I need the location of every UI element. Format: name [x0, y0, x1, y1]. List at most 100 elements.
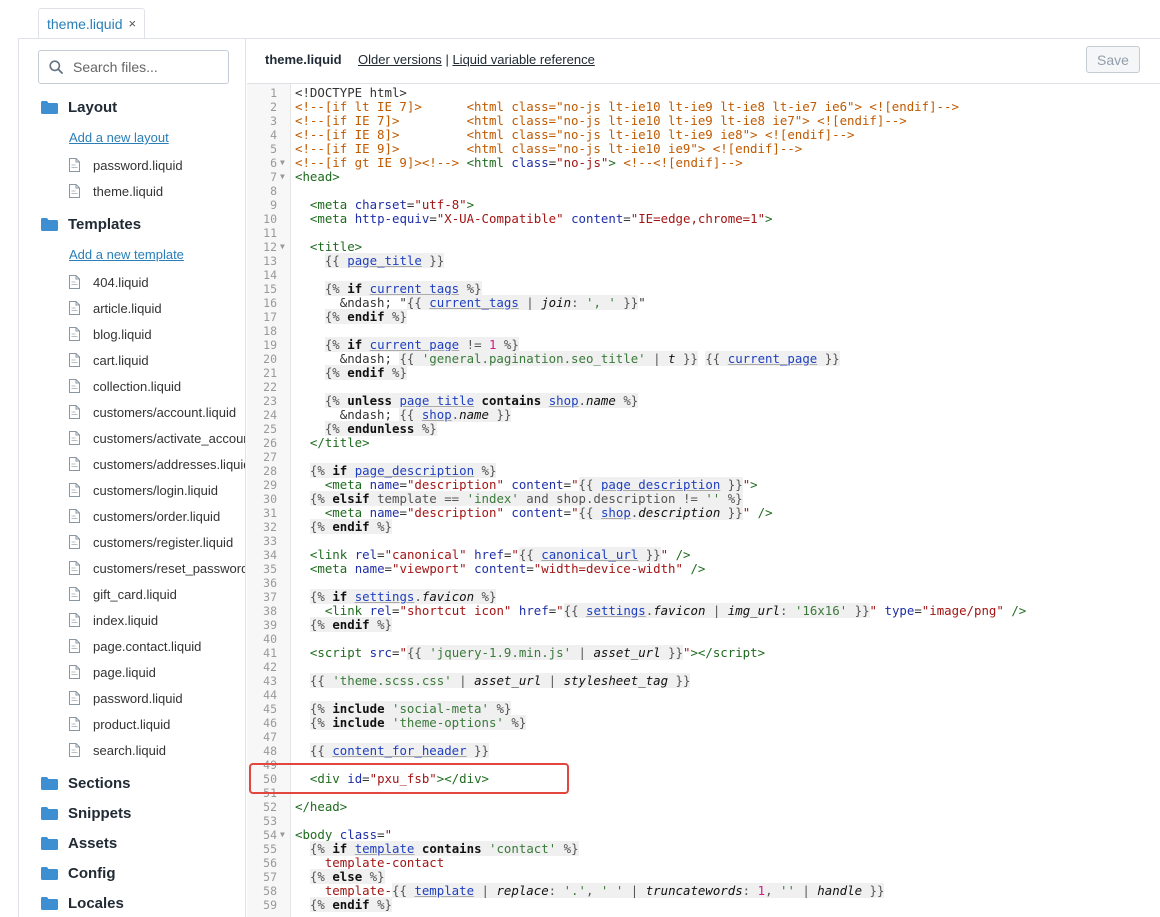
code-line[interactable]: 41 <script src="{{ 'jquery-1.9.min.js' |…: [247, 645, 1160, 660]
code-line[interactable]: 32 {% endif %}: [247, 519, 1160, 534]
code-line[interactable]: 30 {% elsif template == 'index' and shop…: [247, 491, 1160, 506]
folder-locales[interactable]: Locales: [41, 892, 124, 914]
code-line[interactable]: 31 <meta name="description" content="{{ …: [247, 505, 1160, 520]
file-item[interactable]: customers/register.liquid: [69, 532, 233, 552]
file-item[interactable]: customers/login.liquid: [69, 480, 218, 500]
code-line[interactable]: 18: [247, 324, 1160, 338]
code-line[interactable]: 26 </title>: [247, 436, 1160, 451]
code-line[interactable]: 40: [247, 632, 1160, 646]
folder-layout[interactable]: Layout: [41, 96, 117, 118]
file-item[interactable]: product.liquid: [69, 714, 170, 734]
older-versions-link[interactable]: Older versions: [358, 52, 442, 67]
close-icon[interactable]: ×: [129, 16, 137, 31]
code-line[interactable]: 21 {% endif %}: [247, 365, 1160, 380]
code-line[interactable]: 16 &ndash; "{{ current_tags | join: ', '…: [247, 295, 1160, 310]
code-line[interactable]: 52 </head>: [247, 800, 1160, 815]
file-item[interactable]: password.liquid: [69, 688, 183, 708]
code-line[interactable]: 4 <!--[if IE 8]> <html class="no-js lt-ie…: [247, 128, 1160, 143]
code-line[interactable]: 10 <meta http-equiv="X-UA-Compatible" co…: [247, 212, 1160, 227]
code-line[interactable]: 12 <title> ▼: [247, 240, 1160, 255]
folder-snippets[interactable]: Snippets: [41, 802, 131, 824]
code-editor[interactable]: 1 <!DOCTYPE html> 2 <!--[if lt IE 7]> <htm…: [247, 83, 1160, 917]
file-item[interactable]: customers/order.liquid: [69, 506, 220, 526]
file-item[interactable]: article.liquid: [69, 298, 162, 318]
code-line[interactable]: 24 &ndash; {{ shop.name }}: [247, 407, 1160, 422]
code-line[interactable]: 9 <meta charset="utf-8">: [247, 198, 1160, 213]
save-button[interactable]: Save: [1086, 46, 1140, 73]
tab-theme-liquid[interactable]: theme.liquid ×: [38, 8, 146, 38]
code-line[interactable]: 39 {% endif %}: [247, 617, 1160, 632]
code-line[interactable]: 51: [247, 786, 1160, 800]
file-item[interactable]: password.liquid: [69, 155, 183, 175]
file-item[interactable]: theme.liquid: [69, 181, 163, 201]
code-line[interactable]: 44: [247, 688, 1160, 702]
file-item[interactable]: 404.liquid: [69, 272, 149, 292]
file-item[interactable]: customers/addresses.liquid: [69, 454, 245, 474]
fold-arrow-icon[interactable]: ▼: [280, 240, 285, 254]
file-item[interactable]: cart.liquid: [69, 350, 149, 370]
code-line[interactable]: 15 {% if current_tags %}: [247, 281, 1160, 296]
file-item[interactable]: search.liquid: [69, 740, 166, 760]
folder-templates[interactable]: Templates: [41, 213, 141, 235]
code-line[interactable]: 17 {% endif %}: [247, 309, 1160, 324]
code-lines[interactable]: 1 <!DOCTYPE html> 2 <!--[if lt IE 7]> <htm…: [247, 86, 1160, 912]
fold-arrow-icon[interactable]: ▼: [280, 828, 285, 842]
code-line[interactable]: 7 <head> ▼: [247, 170, 1160, 185]
code-line[interactable]: 6 <!--[if gt IE 9]><!--> <html class="no-…: [247, 156, 1160, 171]
code-line[interactable]: 11: [247, 226, 1160, 240]
file-item[interactable]: customers/activate_account.liquid: [69, 428, 245, 448]
code-line[interactable]: 33: [247, 534, 1160, 548]
file-item[interactable]: page.liquid: [69, 662, 156, 682]
code-line[interactable]: 22: [247, 380, 1160, 394]
code-line[interactable]: 56 template-contact: [247, 856, 1160, 871]
code-line[interactable]: 45 {% include 'social-meta' %}: [247, 701, 1160, 716]
code-line[interactable]: 37 {% if settings.favicon %}: [247, 589, 1160, 604]
code-line[interactable]: 58 template-{{ template | replace: '.', …: [247, 883, 1160, 898]
file-item[interactable]: gift_card.liquid: [69, 584, 177, 604]
code-line[interactable]: 50 <div id="pxu_fsb"></div>: [247, 772, 1160, 787]
code-line[interactable]: 42: [247, 660, 1160, 674]
file-item[interactable]: collection.liquid: [69, 376, 181, 396]
liquid-reference-link[interactable]: Liquid variable reference: [452, 52, 594, 67]
search-box[interactable]: [38, 50, 229, 84]
code-line[interactable]: 29 <meta name="description" content="{{ …: [247, 477, 1160, 492]
fold-arrow-icon[interactable]: ▼: [280, 170, 285, 184]
search-input[interactable]: [71, 58, 215, 76]
file-item[interactable]: blog.liquid: [69, 324, 152, 344]
code-line[interactable]: 59 {% endif %}: [247, 897, 1160, 912]
fold-arrow-icon[interactable]: ▼: [280, 156, 285, 170]
code-line[interactable]: 54 <body class=" ▼: [247, 828, 1160, 843]
code-line[interactable]: 1 <!DOCTYPE html>: [247, 86, 1160, 101]
code-line[interactable]: 43 {{ 'theme.scss.css' | asset_url | sty…: [247, 673, 1160, 688]
code-line[interactable]: 8: [247, 184, 1160, 198]
file-item[interactable]: customers/account.liquid: [69, 402, 236, 422]
code-line[interactable]: 2 <!--[if lt IE 7]> <html class="no-js lt…: [247, 100, 1160, 115]
code-line[interactable]: 20 &ndash; {{ 'general.pagination.seo_ti…: [247, 351, 1160, 366]
file-item[interactable]: page.contact.liquid: [69, 636, 201, 656]
code-line[interactable]: 49: [247, 758, 1160, 772]
code-line[interactable]: 27: [247, 450, 1160, 464]
folder-sections[interactable]: Sections: [41, 772, 131, 794]
folder-config[interactable]: Config: [41, 862, 115, 884]
file-item[interactable]: index.liquid: [69, 610, 158, 630]
folder-assets[interactable]: Assets: [41, 832, 117, 854]
code-line[interactable]: 46 {% include 'theme-options' %}: [247, 715, 1160, 730]
code-line[interactable]: 23 {% unless page_title contains shop.na…: [247, 393, 1160, 408]
code-line[interactable]: 36: [247, 576, 1160, 590]
code-line[interactable]: 47: [247, 730, 1160, 744]
code-line[interactable]: 48 {{ content_for_header }}: [247, 743, 1160, 758]
code-line[interactable]: 3 <!--[if IE 7]> <html class="no-js lt-ie…: [247, 114, 1160, 129]
code-line[interactable]: 55 {% if template contains 'contact' %}: [247, 841, 1160, 856]
code-line[interactable]: 28 {% if page_description %}: [247, 463, 1160, 478]
file-item[interactable]: customers/reset_password.liquid: [69, 558, 245, 578]
code-line[interactable]: 53: [247, 814, 1160, 828]
code-line[interactable]: 57 {% else %}: [247, 869, 1160, 884]
code-line[interactable]: 25 {% endunless %}: [247, 421, 1160, 436]
code-line[interactable]: 5 <!--[if IE 9]> <html class="no-js lt-ie…: [247, 142, 1160, 157]
add-layout-link[interactable]: Add a new layout: [69, 130, 169, 145]
code-line[interactable]: 35 <meta name="viewport" content="width=…: [247, 562, 1160, 577]
code-line[interactable]: 13 {{ page_title }}: [247, 253, 1160, 268]
add-template-link[interactable]: Add a new template: [69, 247, 184, 262]
code-line[interactable]: 14: [247, 268, 1160, 282]
code-line[interactable]: 34 <link rel="canonical" href="{{ canoni…: [247, 547, 1160, 562]
